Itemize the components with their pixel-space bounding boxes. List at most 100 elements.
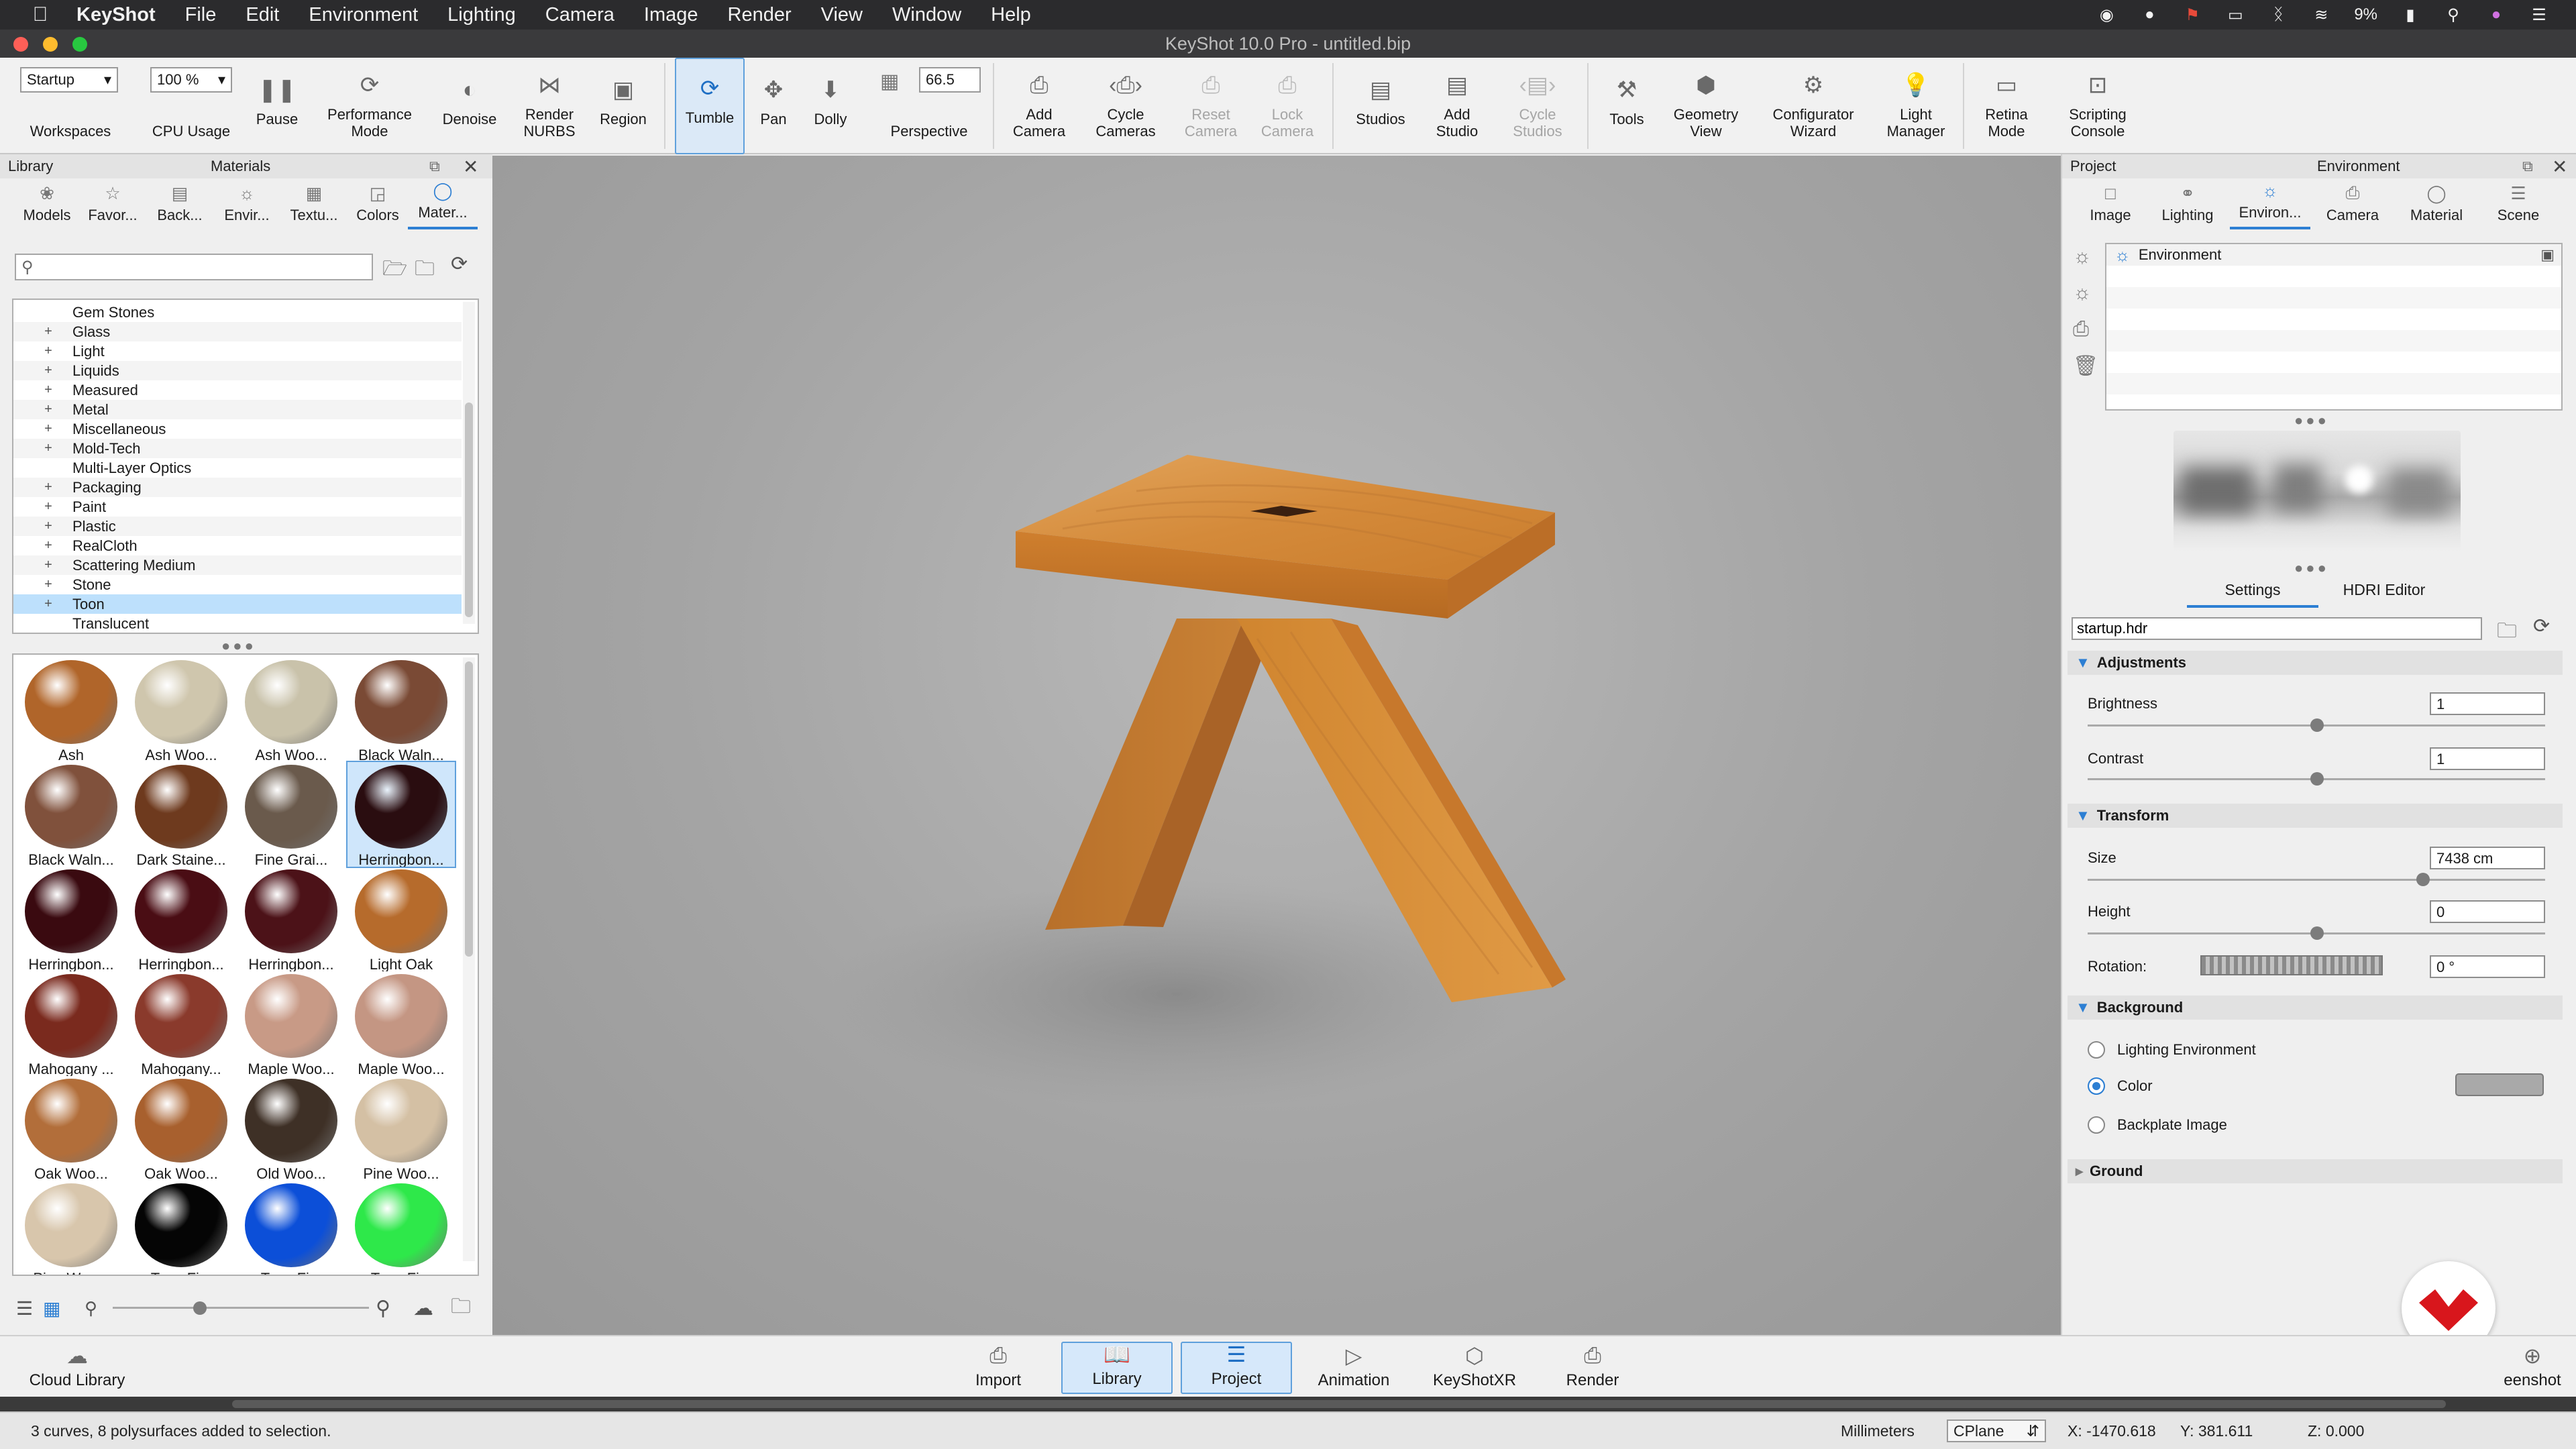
expand-icon[interactable]: + [42,421,55,437]
add-studio-button[interactable]: ▤ Add Studio [1424,58,1491,154]
trash-icon[interactable]: 🗑 [2073,354,2098,378]
tab-favorites[interactable]: ☆ Favor... [79,181,146,229]
tree-item[interactable]: Translucent [13,614,462,633]
tree-item[interactable]: + Light [13,341,462,361]
material-thumbnail[interactable]: Black Waln... [347,657,455,762]
height-knob[interactable] [2310,926,2324,940]
tab-material[interactable]: ◯ Material [2396,181,2477,229]
cloud-library-button[interactable]: ☁ Cloud Library [20,1342,134,1394]
keyshotxr-button[interactable]: ⬡ KeyShotXR [1419,1342,1529,1394]
bluetooth-icon[interactable]: ᛝ [2268,5,2288,25]
tree-item[interactable]: + Plastic [13,517,462,536]
perspective-label[interactable]: Perspective [872,58,986,154]
ground-section[interactable]: ▸ Ground [2068,1159,2563,1183]
material-thumbnail[interactable]: Fine Grai... [237,762,345,867]
minimize-window-button[interactable] [43,37,58,52]
subtab-hdri-editor[interactable]: HDRI Editor [2318,581,2450,608]
material-thumbnail[interactable]: Ash Woo... [237,657,345,762]
contrast-field[interactable]: 1 [2430,747,2545,770]
pause-button[interactable]: ❚❚ Pause [248,58,306,154]
contrast-knob[interactable] [2310,772,2324,786]
splitter-handle[interactable]: ●●● [221,637,256,655]
import-folder-icon[interactable]: 🗀 [451,1291,471,1326]
size-field[interactable]: 7438 cm [2430,847,2545,869]
grid-view-icon[interactable]: ▦ [43,1297,60,1320]
menu-lighting[interactable]: Lighting [447,4,516,26]
cplane-select[interactable]: CPlane ⇵ [1947,1419,2046,1442]
material-thumbnail[interactable]: Herringbon... [17,867,125,971]
thumbnail-size-slider[interactable] [113,1307,369,1309]
tumble-button[interactable]: ⟳ Tumble [675,58,745,154]
screenshot-button[interactable]: ⊕ eenshot [2496,1342,2569,1394]
subtab-settings[interactable]: Settings [2187,581,2318,608]
material-thumbnail[interactable]: Toon Fi... [127,1181,235,1275]
thumbnail-size-knob[interactable] [193,1301,207,1315]
tab-lighting[interactable]: ⚭ Lighting [2151,181,2224,229]
add-camera-button[interactable]: ⎙ Add Camera [1004,58,1075,154]
tree-item[interactable]: + Packaging [13,478,462,497]
zoom-window-button[interactable] [72,37,87,52]
render-viewport[interactable] [492,156,2061,1335]
cycle-studios-button[interactable]: ‹▤› Cycle Studios [1496,58,1579,154]
tab-colors[interactable]: ◲ Colors [347,181,408,229]
retina-mode-button[interactable]: ▭ Retina Mode [1970,58,2043,154]
hdr-file-input[interactable] [2072,617,2482,640]
menu-window[interactable]: Window [892,4,961,26]
size-slider[interactable] [2088,879,2545,881]
transform-section[interactable]: ▼ Transform [2068,804,2563,828]
material-thumbnail[interactable]: Dark Staine... [127,762,235,867]
undock-icon[interactable]: ⧉ [2522,158,2533,175]
expand-icon[interactable]: + [42,519,55,534]
material-thumbnail[interactable]: Old Woo... [237,1076,345,1181]
env-copy-icon[interactable]: ⎙ [2073,318,2089,341]
battery-icon[interactable]: ▮ [2400,5,2420,25]
tab-scene[interactable]: ☰ Scene [2482,181,2555,229]
menu-environment[interactable]: Environment [309,4,418,26]
menu-edit[interactable]: Edit [246,4,279,26]
tree-item[interactable]: + Metal [13,400,462,419]
spotlight-search-icon[interactable]: ⚲ [2443,5,2463,25]
material-thumbnail[interactable]: Mahogany ... [17,971,125,1076]
expand-icon[interactable]: + [42,557,55,573]
light-manager-button[interactable]: 💡 Light Manager [1876,58,1956,154]
wifi-icon[interactable]: ≋ [2311,5,2331,25]
tab-environment[interactable]: ☼ Environ... [2230,180,2310,229]
tree-item[interactable]: + RealCloth [13,536,462,555]
material-thumbnail[interactable]: Ash [17,657,125,762]
tab-backplates[interactable]: ▤ Back... [146,181,213,229]
dolly-button[interactable]: ⬇ Dolly [802,58,859,154]
rotation-field[interactable]: 0 ° [2430,955,2545,978]
record-icon[interactable]: ◉ [2096,5,2116,25]
material-thumbnail[interactable]: Black Waln... [17,762,125,867]
bottom-scrollbar[interactable] [0,1397,2576,1411]
material-thumbnail[interactable]: Pine Woo... [17,1181,125,1275]
lock-icon[interactable]: ▣ [2540,246,2555,264]
tab-camera[interactable]: ⎙ Camera [2316,181,2390,229]
tree-item[interactable]: + Miscellaneous [13,419,462,439]
control-center-icon[interactable]: ☰ [2529,5,2549,25]
scripting-console-button[interactable]: ⊡ Scripting Console [2053,58,2143,154]
material-thumbnail[interactable]: Maple Woo... [237,971,345,1076]
rotation-dial[interactable] [2200,955,2383,975]
lock-camera-button[interactable]: ⎙ Lock Camera [1252,58,1323,154]
material-thumbnail[interactable]: Maple Woo... [347,971,455,1076]
bg-color-radio[interactable] [2088,1077,2105,1095]
library-button[interactable]: 📖 Library [1061,1342,1173,1394]
tab-image[interactable]: □ Image [2076,181,2145,229]
menu-help[interactable]: Help [991,4,1031,26]
reset-camera-button[interactable]: ⎙ Reset Camera [1175,58,1246,154]
tools-button[interactable]: ⚒ Tools [1597,58,1657,154]
expand-icon[interactable]: + [42,596,55,612]
close-icon[interactable]: ✕ [463,156,478,178]
pan-button[interactable]: ✥ Pan [750,58,797,154]
cycle-cameras-button[interactable]: ‹⎙› Cycle Cameras [1080,58,1171,154]
tree-item[interactable]: + Paint [13,497,462,517]
expand-icon[interactable]: + [42,324,55,339]
add-folder-icon[interactable]: 🗁 [382,254,407,288]
list-view-icon[interactable]: ☰ [16,1297,33,1320]
close-window-button[interactable] [13,37,28,52]
material-thumbnail[interactable]: Light Oak [347,867,455,971]
expand-icon[interactable]: + [42,577,55,592]
material-thumbnail[interactable]: Pine Woo... [347,1076,455,1181]
configurator-wizard-button[interactable]: ⚙ Configurator Wizard [1756,58,1870,154]
